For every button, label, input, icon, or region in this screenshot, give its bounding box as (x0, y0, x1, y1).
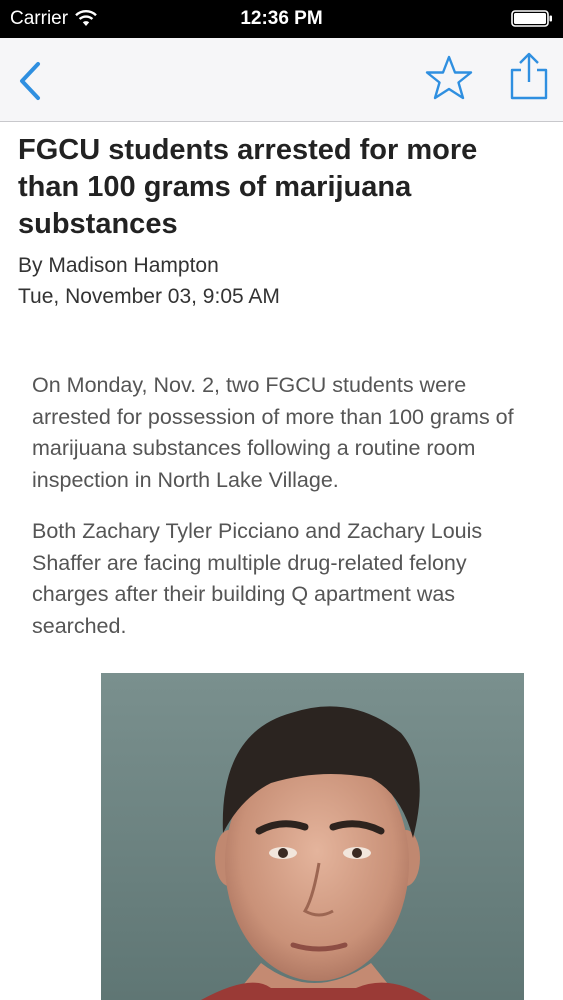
share-icon (510, 52, 548, 100)
favorite-button[interactable] (424, 54, 474, 102)
article-paragraph: Both Zachary Tyler Picciano and Zachary … (32, 519, 483, 638)
article-paragraph: On Monday, Nov. 2, two FGCU students wer… (32, 373, 514, 492)
article-headline: FGCU students arrested for more than 100… (18, 134, 478, 240)
share-button[interactable] (507, 50, 551, 102)
article-body: On Monday, Nov. 2, two FGCU students wer… (32, 370, 537, 662)
mugshot-image (101, 673, 524, 1000)
back-button[interactable] (14, 60, 50, 102)
status-time: 12:36 PM (240, 8, 323, 29)
article-author: By Madison Hampton (18, 254, 219, 277)
chevron-left-icon (20, 62, 40, 100)
battery-full-icon (511, 10, 552, 27)
navigation-bar (0, 38, 563, 122)
star-icon (425, 55, 473, 100)
article-date: Tue, November 03, 9:05 AM (18, 285, 280, 308)
article-byline: By Madison Hampton Tue, November 03, 9:0… (18, 250, 538, 312)
article-photo[interactable] (101, 673, 524, 1000)
status-bar: Carrier 12:36 PM (0, 0, 563, 38)
